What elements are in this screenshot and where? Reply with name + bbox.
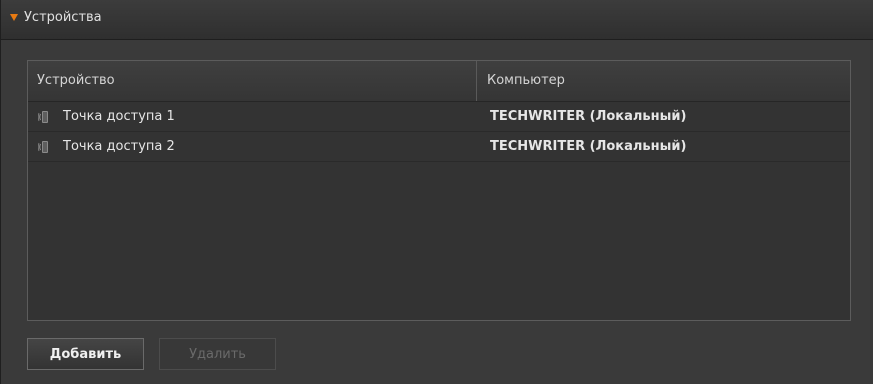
add-button[interactable]: Добавить xyxy=(27,338,144,370)
computer-name: TECHWRITER (Локальный) xyxy=(490,109,687,124)
devices-table: Устройство Компьютер Точка доступа 1 TEC… xyxy=(27,60,851,321)
column-header-computer[interactable]: Компьютер xyxy=(477,61,850,101)
device-name: Точка доступа 1 xyxy=(63,109,175,124)
devices-panel: Устройства Устройство Компьютер Точка до… xyxy=(0,0,873,384)
computer-name: TECHWRITER (Локальный) xyxy=(490,139,687,154)
column-header-device[interactable]: Устройство xyxy=(28,61,477,101)
collapse-arrow-icon[interactable] xyxy=(10,14,18,21)
table-row[interactable]: Точка доступа 2 TECHWRITER (Локальный) xyxy=(28,132,850,162)
table-row[interactable]: Точка доступа 1 TECHWRITER (Локальный) xyxy=(28,102,850,132)
access-point-icon xyxy=(38,111,48,123)
panel-header[interactable]: Устройства xyxy=(1,0,873,40)
access-point-icon xyxy=(38,141,48,153)
panel-title: Устройства xyxy=(24,10,102,25)
device-name: Точка доступа 2 xyxy=(63,139,175,154)
remove-button: Удалить xyxy=(159,338,276,370)
table-header: Устройство Компьютер xyxy=(28,61,850,102)
